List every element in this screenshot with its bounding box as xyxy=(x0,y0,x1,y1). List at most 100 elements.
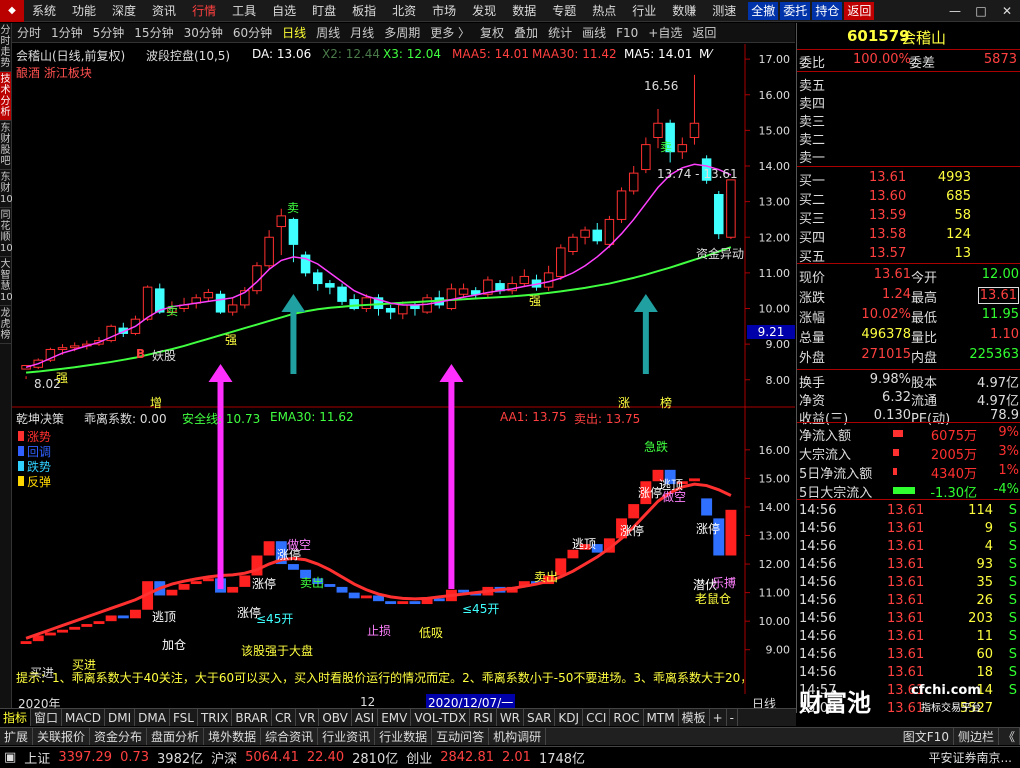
menu-item-10[interactable]: 市场 xyxy=(424,0,464,22)
period-0[interactable]: 分时 xyxy=(12,23,46,43)
menu-button-2[interactable]: 持仓 xyxy=(812,1,843,20)
func-right-1[interactable]: 侧边栏 xyxy=(954,728,999,745)
indicator-tab-16[interactable]: SAR xyxy=(524,709,556,726)
indicator-tab-12[interactable]: EMV xyxy=(378,709,412,726)
indicator-tab-9[interactable]: VR xyxy=(296,709,320,726)
menu-button-1[interactable]: 委托 xyxy=(780,1,811,20)
period-11[interactable]: 复权 xyxy=(475,23,509,43)
func-tab-0[interactable]: 扩展 xyxy=(0,728,34,745)
menu-item-15[interactable]: 行业 xyxy=(624,0,664,22)
period-8[interactable]: 月线 xyxy=(345,23,379,43)
flow-value: 4340万 xyxy=(930,467,977,482)
menu-item-5[interactable]: 工具 xyxy=(224,0,264,22)
indicator-tab-21[interactable]: 模板 xyxy=(679,709,710,726)
sub-indicator-title[interactable]: 乾坤决策 xyxy=(16,410,64,427)
indicator-tab-17[interactable]: KDJ xyxy=(555,709,584,726)
menu-item-11[interactable]: 发现 xyxy=(464,0,504,22)
kline-chart-svg[interactable]: 17.00 16.00 15.00 14.00 13.00 12.00 11.00 10.00… xyxy=(12,44,795,694)
indicator-tab-18[interactable]: CCI xyxy=(583,709,611,726)
period-2[interactable]: 5分钟 xyxy=(88,23,130,43)
func-tab-7[interactable]: 行业数据 xyxy=(375,728,433,745)
menu-item-17[interactable]: 测速 xyxy=(704,0,744,22)
indicator-tab-11[interactable]: ASI xyxy=(352,709,379,726)
period-14[interactable]: 画线 xyxy=(577,23,611,43)
menu-item-0[interactable]: 系统 xyxy=(24,0,64,22)
tick-volume: 203 xyxy=(968,611,993,626)
period-17[interactable]: 返回 xyxy=(687,23,721,43)
func-tab-4[interactable]: 境外数据 xyxy=(204,728,262,745)
period-10[interactable]: 更多 〉 xyxy=(425,23,475,43)
menu-item-3[interactable]: 资讯 xyxy=(144,0,184,22)
func-right-0[interactable]: 图文F10 xyxy=(899,728,954,745)
period-9[interactable]: 多周期 xyxy=(379,23,425,43)
menu-item-8[interactable]: 板指 xyxy=(344,0,384,22)
indicator-name[interactable]: 波段控盘(10,5) xyxy=(146,47,230,64)
left-tab-4[interactable]: 同花顺10 xyxy=(0,208,13,257)
indicator-tab-23[interactable]: - xyxy=(727,709,738,726)
period-4[interactable]: 30分钟 xyxy=(179,23,228,43)
func-tab-5[interactable]: 综合资讯 xyxy=(261,728,319,745)
period-13[interactable]: 统计 xyxy=(543,23,577,43)
menu-button-0[interactable]: 全撤 xyxy=(748,1,779,20)
func-tab-8[interactable]: 互动问答 xyxy=(432,728,490,745)
menu-item-14[interactable]: 热点 xyxy=(584,0,624,22)
period-7[interactable]: 周线 xyxy=(311,23,345,43)
period-15[interactable]: F10 xyxy=(611,23,643,43)
menu-item-7[interactable]: 盯盘 xyxy=(304,0,344,22)
left-tab-1[interactable]: 技术分析 xyxy=(0,72,11,121)
menu-item-6[interactable]: 自选 xyxy=(264,0,304,22)
indicator-tab-2[interactable]: MACD xyxy=(62,709,106,726)
func-tab-2[interactable]: 资金分布 xyxy=(90,728,148,745)
func-tab-6[interactable]: 行业资讯 xyxy=(318,728,376,745)
menu-item-9[interactable]: 北资 xyxy=(384,0,424,22)
indicator-tab-10[interactable]: OBV xyxy=(319,709,352,726)
indicator-tab-6[interactable]: TRIX xyxy=(198,709,233,726)
indicator-tab-22[interactable]: + xyxy=(710,709,727,726)
chart-area[interactable]: 17.00 16.00 15.00 14.00 13.00 12.00 11.00 10.00… xyxy=(12,44,795,711)
menu-item-12[interactable]: 数据 xyxy=(504,0,544,22)
menu-item-13[interactable]: 专题 xyxy=(544,0,584,22)
menu-item-4[interactable]: 行情 xyxy=(184,0,224,22)
indicator-tab-0[interactable]: 指标 xyxy=(0,709,32,726)
menu-item-2[interactable]: 深度 xyxy=(104,0,144,22)
indicator-tab-19[interactable]: ROC xyxy=(610,709,644,726)
candle-body xyxy=(543,272,554,288)
period-16[interactable]: +自选 xyxy=(643,23,687,43)
sell-row-2: 卖三 xyxy=(797,111,1020,130)
left-tab-2[interactable]: 东财股吧 xyxy=(0,121,11,170)
indicator-tab-8[interactable]: CR xyxy=(272,709,296,726)
indicator-tab-20[interactable]: MTM xyxy=(644,709,679,726)
minimize-icon[interactable]: — xyxy=(942,4,968,18)
indicator-tab-1[interactable]: 窗口 xyxy=(31,709,63,726)
open45-label-1: ≤45开 xyxy=(256,612,294,626)
indicator-tab-3[interactable]: DMI xyxy=(105,709,136,726)
period-1[interactable]: 1分钟 xyxy=(46,23,88,43)
maximize-icon[interactable]: □ xyxy=(968,4,994,18)
indicator-tab-4[interactable]: DMA xyxy=(135,709,170,726)
indicator-tab-14[interactable]: RSI xyxy=(470,709,497,726)
app-logo-icon[interactable]: ◆ xyxy=(0,0,24,22)
left-tab-0[interactable]: 分时走势 xyxy=(0,23,11,72)
func-tab-3[interactable]: 盘面分析 xyxy=(147,728,205,745)
price-axis-tick: 15.00 xyxy=(759,124,791,137)
indicator-tab-5[interactable]: FSL xyxy=(170,709,198,726)
menu-button-3[interactable]: 返回 xyxy=(844,1,875,20)
period-6[interactable]: 日线 xyxy=(277,23,311,43)
buy-volume: 4993 xyxy=(937,170,971,185)
indicator-tab-13[interactable]: VOL-TDX xyxy=(411,709,471,726)
func-tab-1[interactable]: 关联报价 xyxy=(33,728,91,745)
period-12[interactable]: 叠加 xyxy=(509,23,543,43)
period-3[interactable]: 15分钟 xyxy=(129,23,178,43)
indicator-tab-7[interactable]: BRAR xyxy=(232,709,273,726)
left-tab-3[interactable]: 东财10 xyxy=(0,170,13,208)
menu-item-16[interactable]: 数赚 xyxy=(664,0,704,22)
left-tab-6[interactable]: 龙虎榜 xyxy=(0,306,11,344)
period-5[interactable]: 60分钟 xyxy=(228,23,277,43)
func-tab-9[interactable]: 机构调研 xyxy=(489,728,547,745)
func-right-2[interactable]: 《 xyxy=(999,728,1020,745)
menu-item-1[interactable]: 功能 xyxy=(64,0,104,22)
close-icon[interactable]: ✕ xyxy=(994,4,1020,18)
broker-label[interactable]: 平安证券南京... xyxy=(929,749,1012,766)
indicator-tab-15[interactable]: WR xyxy=(497,709,525,726)
left-tab-5[interactable]: 大智慧10 xyxy=(0,257,13,306)
